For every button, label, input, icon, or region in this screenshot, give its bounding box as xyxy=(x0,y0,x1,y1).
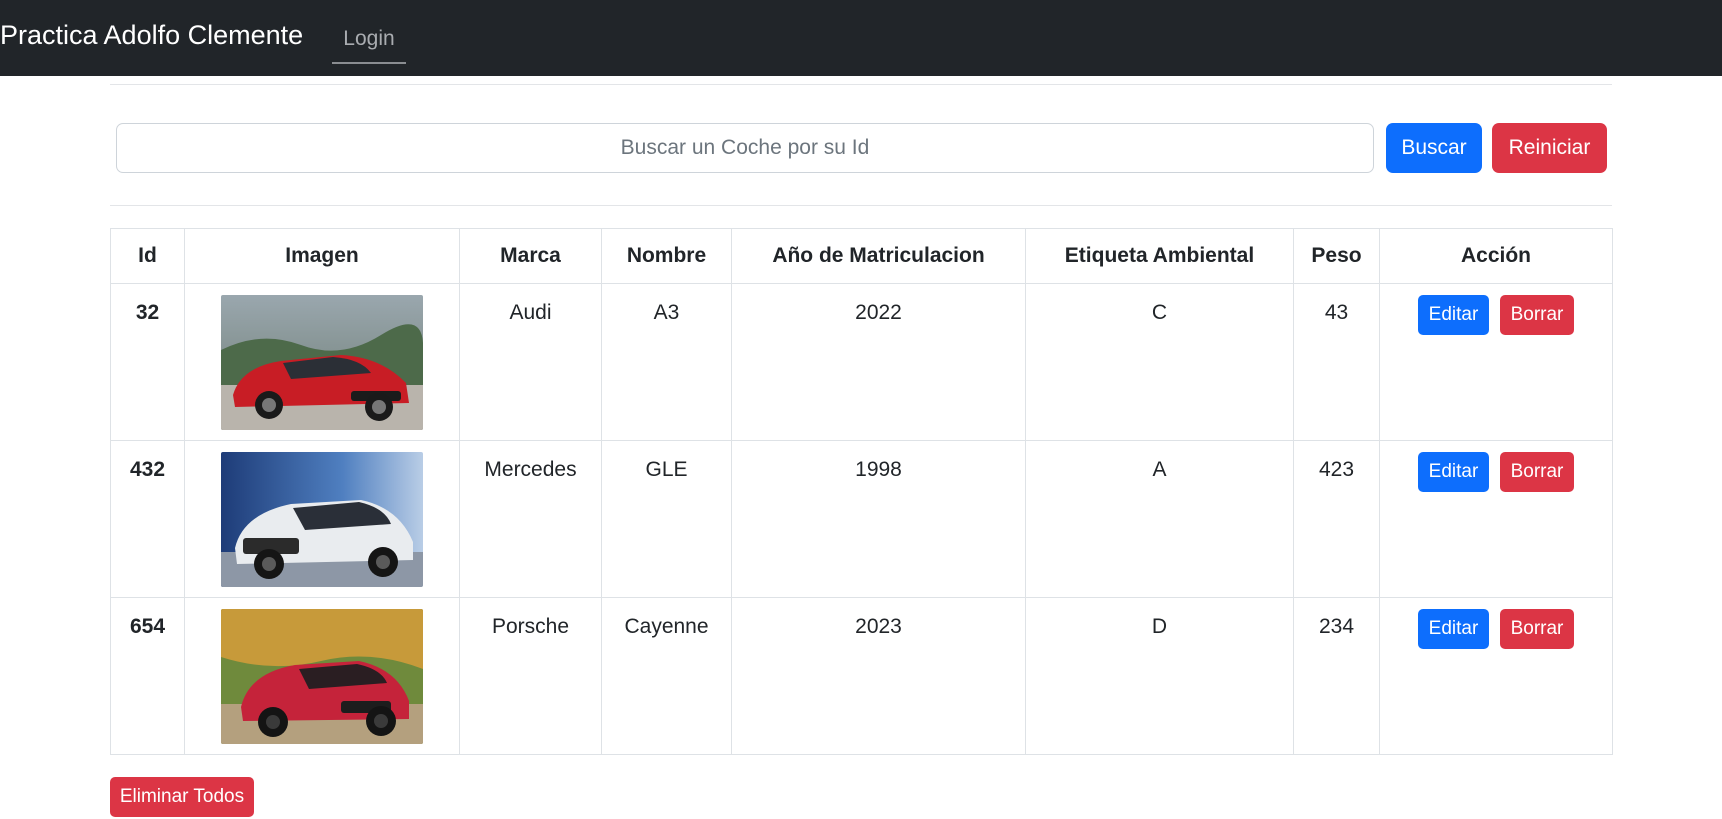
cell-id: 654 xyxy=(129,615,166,638)
cell-anio: 2023 xyxy=(855,615,902,638)
delete-button[interactable]: Borrar xyxy=(1500,609,1574,649)
delete-all-button[interactable]: Eliminar Todos xyxy=(110,777,254,817)
header-peso: Peso xyxy=(1293,228,1380,284)
table-row: 654 Porsche Cayenne 2023 D 234 Editar Bo… xyxy=(110,597,1613,755)
cell-marca: Audi xyxy=(509,301,552,324)
cell-etiqueta: D xyxy=(1151,615,1168,638)
cell-marca: Mercedes xyxy=(484,458,577,481)
car-image-mercedes xyxy=(221,452,423,587)
cell-peso: 423 xyxy=(1318,458,1355,481)
header-marca: Marca xyxy=(459,228,602,284)
search-input[interactable] xyxy=(116,123,1374,173)
row-actions: Editar Borrar xyxy=(1380,295,1612,335)
cell-anio: 1998 xyxy=(855,458,902,481)
cell-nombre: Cayenne xyxy=(624,615,709,638)
cell-marca: Porsche xyxy=(491,615,570,638)
search-button[interactable]: Buscar xyxy=(1386,123,1482,173)
cell-peso: 234 xyxy=(1318,615,1355,638)
cell-peso: 43 xyxy=(1324,301,1349,324)
nav-login-link[interactable]: Login xyxy=(332,14,406,64)
header-anio: Año de Matriculacion xyxy=(731,228,1026,284)
header-accion: Acción xyxy=(1379,228,1613,284)
header-nombre: Nombre xyxy=(601,228,732,284)
cell-nombre: GLE xyxy=(645,458,688,481)
table-row: 432 Mercedes GLE 1998 A 423 Editar Borra… xyxy=(110,440,1613,598)
cell-nombre: A3 xyxy=(653,301,680,324)
edit-button[interactable]: Editar xyxy=(1418,452,1489,492)
reset-button[interactable]: Reiniciar xyxy=(1492,123,1607,173)
cars-table: Id Imagen Marca Nombre Año de Matriculac… xyxy=(110,228,1613,755)
header-id: Id xyxy=(110,228,185,284)
cell-id: 32 xyxy=(135,301,160,324)
divider-top xyxy=(110,84,1612,85)
edit-button[interactable]: Editar xyxy=(1418,609,1489,649)
table-header-row: Id Imagen Marca Nombre Año de Matriculac… xyxy=(110,228,1613,284)
row-actions: Editar Borrar xyxy=(1380,609,1612,649)
table-row: 32 Audi A3 2022 C 43 Editar Borrar xyxy=(110,283,1613,441)
header-etiqueta: Etiqueta Ambiental xyxy=(1025,228,1294,284)
header-imagen: Imagen xyxy=(184,228,460,284)
cell-id: 432 xyxy=(129,458,166,481)
cell-etiqueta: C xyxy=(1151,301,1168,324)
edit-button[interactable]: Editar xyxy=(1418,295,1489,335)
cell-etiqueta: A xyxy=(1152,458,1167,481)
car-image-audi xyxy=(221,295,423,430)
delete-button[interactable]: Borrar xyxy=(1500,452,1574,492)
row-actions: Editar Borrar xyxy=(1380,452,1612,492)
navbar: Practica Adolfo Clemente Login xyxy=(0,0,1722,76)
brand-title[interactable]: Practica Adolfo Clemente xyxy=(0,20,303,51)
divider-bottom xyxy=(110,205,1612,206)
cell-anio: 2022 xyxy=(855,301,902,324)
car-image-porsche xyxy=(221,609,423,744)
delete-button[interactable]: Borrar xyxy=(1500,295,1574,335)
